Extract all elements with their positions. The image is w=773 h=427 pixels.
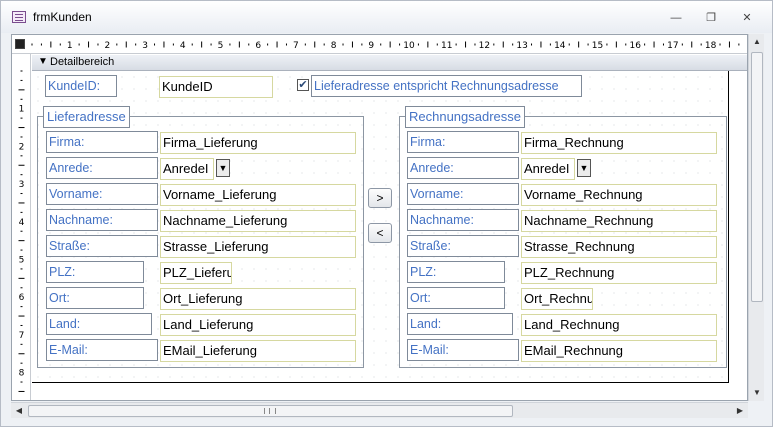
ruler-h-number: 7: [293, 41, 299, 51]
lieferadresse-anrede-dropdown-icon[interactable]: ▼: [216, 159, 230, 177]
lieferadresse-vorname-field[interactable]: Vorname_Lieferung: [160, 184, 356, 206]
vertical-scrollbar[interactable]: ▲ ▼: [748, 34, 764, 401]
ruler-v-number: 4: [19, 218, 25, 228]
ruler-h-number: 9: [368, 41, 374, 51]
restore-icon[interactable]: ❐: [703, 11, 719, 25]
rechnungsadresse-land-label[interactable]: Land:: [407, 313, 513, 335]
rechnungsadresse-strasse-field[interactable]: Strasse_Rechnung: [521, 236, 717, 258]
ruler-h-number: 13: [516, 41, 527, 51]
ruler-h-number: 10: [403, 41, 415, 51]
rechnungsadresse-firma-field[interactable]: Firma_Rechnung: [521, 132, 717, 154]
rechnungsadresse-plz-label[interactable]: PLZ:: [407, 261, 505, 283]
detail-section-canvas: KundeID: KundeID ✔ Lieferadresse entspri…: [32, 71, 729, 383]
rechnungsadresse-land-field[interactable]: Land_Rechnung: [521, 314, 717, 336]
lieferadresse-plz-field[interactable]: PLZ_Lieferu: [160, 262, 232, 284]
horizontal-ruler-ticks: 1 2 3 4 5 6 7 8 9 10 11 12 13 14 15 16 17 18: [31, 41, 740, 51]
ruler-h-number: 3: [142, 41, 148, 51]
ruler-h-number: 18: [705, 41, 717, 51]
lieferadresse-firma-field[interactable]: Firma_Lieferung: [160, 132, 356, 154]
lieferadresse-firma-label[interactable]: Firma:: [46, 131, 158, 153]
scroll-right-icon[interactable]: ▶: [732, 403, 748, 419]
ruler-h-number: 1: [67, 41, 73, 51]
form-icon: [12, 11, 26, 23]
scroll-grip-icon: [264, 408, 276, 414]
rechnungsadresse-firma-label[interactable]: Firma:: [407, 131, 519, 153]
rechnungsadresse-strasse-label[interactable]: Straße:: [407, 235, 519, 257]
copy-to-lieferung-button[interactable]: <: [368, 223, 392, 243]
ruler-v-number: 7: [19, 331, 25, 341]
ruler-v-number: 2: [19, 142, 25, 152]
ruler-h-number: 6: [255, 41, 261, 51]
ruler-h-number: 11: [441, 41, 452, 51]
same-address-checkbox[interactable]: ✔: [297, 79, 309, 91]
lieferadresse-email-label[interactable]: E-Mail:: [46, 339, 158, 361]
section-header[interactable]: ▼ Detailbereich: [32, 55, 747, 71]
rechnungsadresse-ort-label[interactable]: Ort:: [407, 287, 505, 309]
kundeid-label[interactable]: KundeID:: [45, 75, 117, 97]
horizontal-scrollbar[interactable]: ◀ ▶: [11, 402, 748, 418]
rechnungsadresse-vorname-field[interactable]: Vorname_Rechnung: [521, 184, 717, 206]
rechnungsadresse-anrede-dropdown-icon[interactable]: ▼: [577, 159, 591, 177]
window-title: frmKunden: [33, 10, 92, 24]
vertical-ruler: 1 2 3 4 5 6 7 8: [12, 54, 31, 400]
vertical-scroll-thumb[interactable]: [751, 52, 763, 302]
rechnungsadresse-nachname-label[interactable]: Nachname:: [407, 209, 519, 231]
rechnungsadresse-anrede-label[interactable]: Anrede:: [407, 157, 519, 179]
lieferadresse-strasse-field[interactable]: Strasse_Lieferung: [160, 236, 356, 258]
lieferadresse-plz-label[interactable]: PLZ:: [46, 261, 144, 283]
title-bar: frmKunden — ❐ ✕: [1, 1, 772, 33]
ruler-v-number: 6: [19, 293, 25, 303]
lieferadresse-ort-label[interactable]: Ort:: [46, 287, 144, 309]
kundeid-field[interactable]: KundeID: [159, 76, 273, 98]
lieferadresse-land-field[interactable]: Land_Lieferung: [160, 314, 356, 336]
horizontal-ruler: 1 2 3 4 5 6 7 8 9 10 11 12 13 14 15 16 17 18: [12, 35, 747, 54]
rechnungsadresse-nachname-field[interactable]: Nachname_Rechnung: [521, 210, 717, 232]
scroll-up-icon[interactable]: ▲: [749, 34, 765, 50]
scroll-left-icon[interactable]: ◀: [11, 403, 27, 419]
ruler-h-number: 8: [331, 41, 337, 51]
lieferadresse-nachname-label[interactable]: Nachname:: [46, 209, 158, 231]
ruler-h-number: 15: [592, 41, 603, 51]
ruler-h-number: 2: [105, 41, 111, 51]
lieferadresse-anrede-label[interactable]: Anrede:: [46, 157, 158, 179]
scroll-down-icon[interactable]: ▼: [749, 385, 765, 401]
rechnungsadresse-title[interactable]: Rechnungsadresse: [405, 106, 526, 128]
section-label: Detailbereich: [50, 56, 115, 68]
lieferadresse-anrede-field[interactable]: AnredeI: [160, 158, 214, 180]
rechnungsadresse-plz-field[interactable]: PLZ_Rechnung: [521, 262, 717, 284]
rechnungsadresse-email-label[interactable]: E-Mail:: [407, 339, 519, 361]
section-marker-icon: ▼: [38, 56, 48, 67]
rechnungsadresse-ort-field[interactable]: Ort_Rechnu: [521, 288, 593, 310]
ruler-h-number: 4: [180, 41, 186, 51]
ruler-h-number: 16: [629, 41, 641, 51]
lieferadresse-ort-field[interactable]: Ort_Lieferung: [160, 288, 356, 310]
ruler-v-number: 5: [19, 256, 25, 266]
ruler-v-number: 8: [19, 369, 25, 379]
ruler-h-number: 14: [554, 41, 566, 51]
close-icon[interactable]: ✕: [739, 11, 755, 25]
form-window: frmKunden — ❐ ✕ 1 2 3 4 5 6 7 8 9 10 11 12 13 14 15 16 1…: [0, 0, 773, 427]
rechnungsadresse-anrede-field[interactable]: AnredeI: [521, 158, 575, 180]
lieferadresse-nachname-field[interactable]: Nachname_Lieferung: [160, 210, 356, 232]
rechnungsadresse-vorname-label[interactable]: Vorname:: [407, 183, 519, 205]
lieferadresse-title[interactable]: Lieferadresse: [43, 106, 130, 128]
rechnungsadresse-email-field[interactable]: EMail_Rechnung: [521, 340, 717, 362]
lieferadresse-email-field[interactable]: EMail_Lieferung: [160, 340, 356, 362]
lieferadresse-strasse-label[interactable]: Straße:: [46, 235, 158, 257]
lieferadresse-land-label[interactable]: Land:: [46, 313, 152, 335]
lieferadresse-vorname-label[interactable]: Vorname:: [46, 183, 158, 205]
ruler-h-number: 17: [667, 41, 678, 51]
vertical-ruler-ticks: 1 2 3 4 5 6 7 8: [18, 70, 25, 392]
ruler-h-number: 5: [218, 41, 224, 51]
horizontal-scroll-thumb[interactable]: [28, 405, 513, 417]
design-area: 1 2 3 4 5 6 7 8 9 10 11 12 13 14 15 16 17 18 12345678 ▼ D…: [11, 34, 748, 401]
ruler-v-number: 1: [19, 105, 25, 115]
ruler-h-number: 12: [479, 41, 490, 51]
minimize-icon[interactable]: —: [668, 11, 684, 25]
ruler-v-number: 3: [19, 180, 25, 190]
same-address-label[interactable]: Lieferadresse entspricht Rechnungsadress…: [311, 75, 582, 97]
copy-to-rechnung-button[interactable]: >: [368, 188, 392, 208]
